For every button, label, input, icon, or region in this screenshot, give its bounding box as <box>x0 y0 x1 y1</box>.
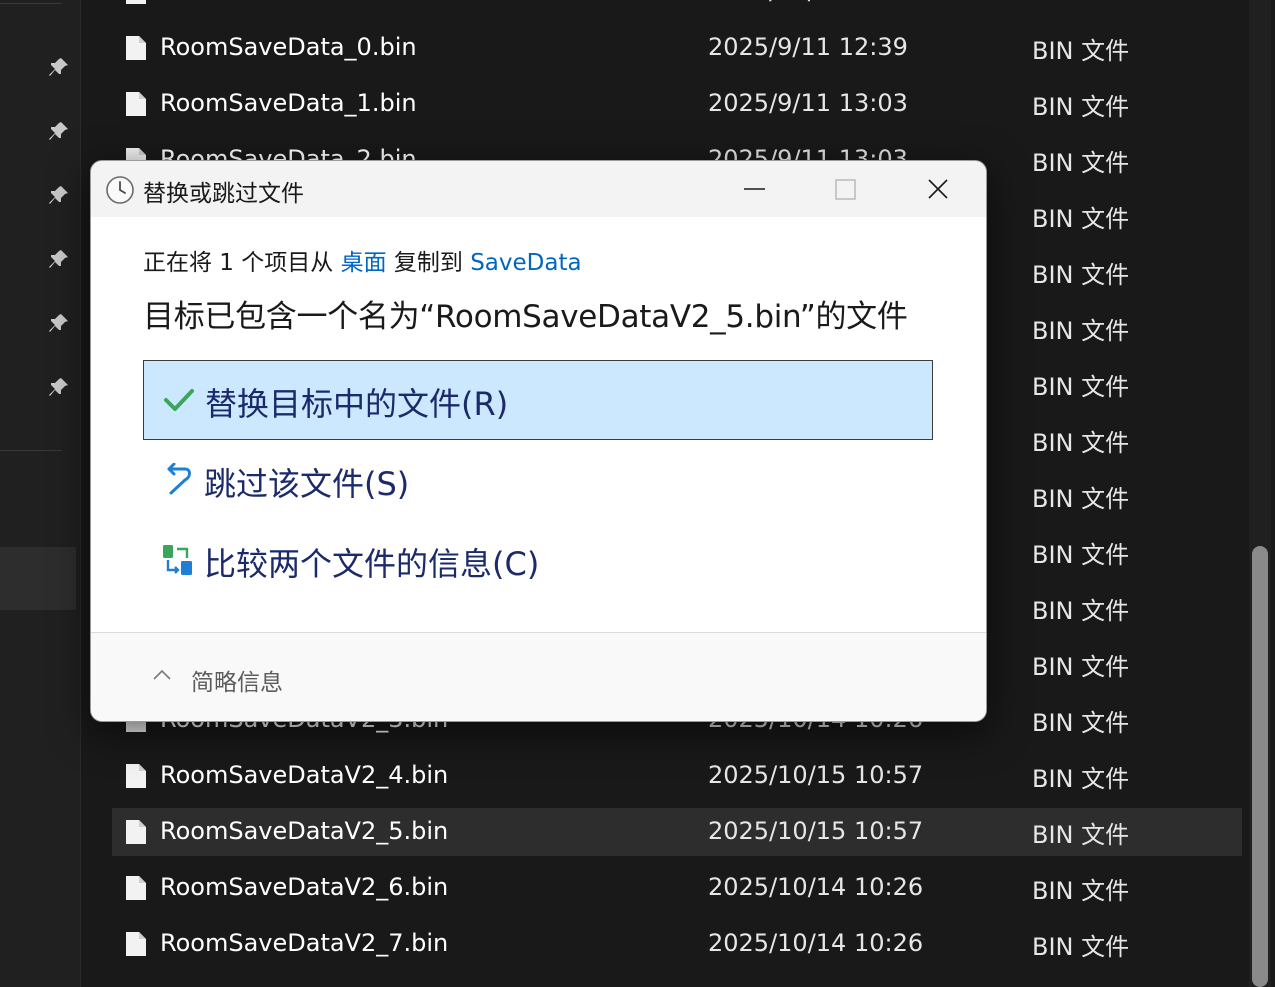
file-type: BIN 文件 <box>1032 485 1130 513</box>
file-icon <box>124 0 148 5</box>
file-type: BIN 文件 <box>1032 93 1130 121</box>
maximize-button[interactable] <box>799 161 891 217</box>
file-type: BIN 文件 <box>1032 373 1130 401</box>
progress-prefix: 正在将 1 个项目从 <box>143 250 341 276</box>
file-icon <box>124 91 148 117</box>
scrollbar-thumb[interactable] <box>1252 546 1268 987</box>
pin-icon[interactable] <box>48 376 70 398</box>
compare-files-icon <box>161 543 195 577</box>
file-date: 2025/9/11 12:39 <box>708 33 908 61</box>
file-type: BIN 文件 <box>1032 653 1130 681</box>
file-type: BIN 文件 <box>1032 317 1130 345</box>
pin-icon[interactable] <box>48 184 70 206</box>
nav-divider <box>0 450 62 451</box>
file-type: BIN 文件 <box>1032 149 1130 177</box>
file-name: RoomPublishedAirfieldData.bin <box>160 0 531 5</box>
file-type: BIN 文件 <box>1032 37 1130 65</box>
pin-icon[interactable] <box>48 248 70 270</box>
file-type: BIN 文件 <box>1032 877 1130 905</box>
file-type: BIN 文件 <box>1032 933 1130 961</box>
destination-link[interactable]: SaveData <box>470 250 581 276</box>
file-icon <box>124 931 148 957</box>
file-name: RoomSaveDataV2_6.bin <box>160 873 449 901</box>
file-date: 2025/10/14 10:26 <box>708 873 924 901</box>
nav-item-selected[interactable] <box>0 547 76 610</box>
file-date: 2025/10/14 10:26 <box>708 929 924 957</box>
file-type: BIN 文件 <box>1032 429 1130 457</box>
file-name: RoomSaveDataV2_7.bin <box>160 929 449 957</box>
file-date: 2025/10/15 10:57 <box>708 761 924 789</box>
file-type: BIN 文件 <box>1032 597 1130 625</box>
dialog-titlebar[interactable]: 替换或跳过文件 <box>91 161 986 217</box>
minimize-button[interactable] <box>709 161 801 217</box>
source-link[interactable]: 桌面 <box>341 250 387 276</box>
file-type: BIN 文件 <box>1032 709 1130 737</box>
compare-files-option[interactable]: 比较两个文件的信息(C) <box>143 521 933 601</box>
maximize-icon <box>835 179 856 200</box>
navigation-pane <box>0 0 81 987</box>
skip-file-option[interactable]: 跳过该文件(S) <box>143 441 933 521</box>
file-icon <box>124 763 148 789</box>
file-type: BIN 文件 <box>1032 261 1130 289</box>
dialog-title: 替换或跳过文件 <box>143 181 304 207</box>
chevron-up-icon[interactable] <box>151 665 173 687</box>
conflict-message: 目标已包含一个名为“RoomSaveDataV2_5.bin”的文件 <box>143 299 908 335</box>
file-type: BIN 文件 <box>1032 765 1130 793</box>
pin-icon[interactable] <box>48 120 70 142</box>
replace-option-label: 替换目标中的文件(R) <box>205 385 509 423</box>
details-toggle[interactable]: 简略信息 <box>191 663 283 697</box>
file-name: RoomSaveDataV2_5.bin <box>160 817 449 845</box>
clock-icon <box>105 175 135 205</box>
file-type: BIN 文件 <box>1032 541 1130 569</box>
close-icon <box>928 179 948 199</box>
file-date: 2025/10/14 11:15 <box>708 0 923 5</box>
file-icon <box>124 819 148 845</box>
file-icon <box>124 875 148 901</box>
compare-option-label: 比较两个文件的信息(C) <box>204 545 540 583</box>
checkmark-icon <box>162 383 196 417</box>
minimize-icon <box>744 188 765 190</box>
file-date: 2025/9/11 13:03 <box>708 89 908 117</box>
replace-file-option[interactable]: 替换目标中的文件(R) <box>143 360 933 440</box>
dialog-footer: 简略信息 <box>91 633 986 721</box>
nav-divider <box>0 3 62 4</box>
file-name: RoomSaveDataV2_4.bin <box>160 761 449 789</box>
skip-arrow-icon <box>161 462 195 497</box>
file-name: RoomSaveData_1.bin <box>160 89 417 117</box>
file-name: RoomSaveData_0.bin <box>160 33 417 61</box>
skip-option-label: 跳过该文件(S) <box>204 465 410 503</box>
file-type: BIN 文件 <box>1032 821 1130 849</box>
progress-middle: 复制到 <box>386 250 471 276</box>
close-button[interactable] <box>891 161 983 217</box>
copy-progress-text: 正在将 1 个项目从 桌面 复制到 SaveData <box>143 243 582 277</box>
replace-or-skip-dialog: 替换或跳过文件 正在将 1 个项目从 桌面 复制到 SaveData 目标已包含… <box>90 160 987 722</box>
file-icon <box>124 35 148 61</box>
file-type: BIN 文件 <box>1032 205 1130 233</box>
file-row[interactable]: RoomPublishedAirfieldData.bin 2025/10/14 … <box>112 0 1242 16</box>
file-date: 2025/10/15 10:57 <box>708 817 924 845</box>
pin-icon[interactable] <box>48 56 70 78</box>
pin-icon[interactable] <box>48 312 70 334</box>
